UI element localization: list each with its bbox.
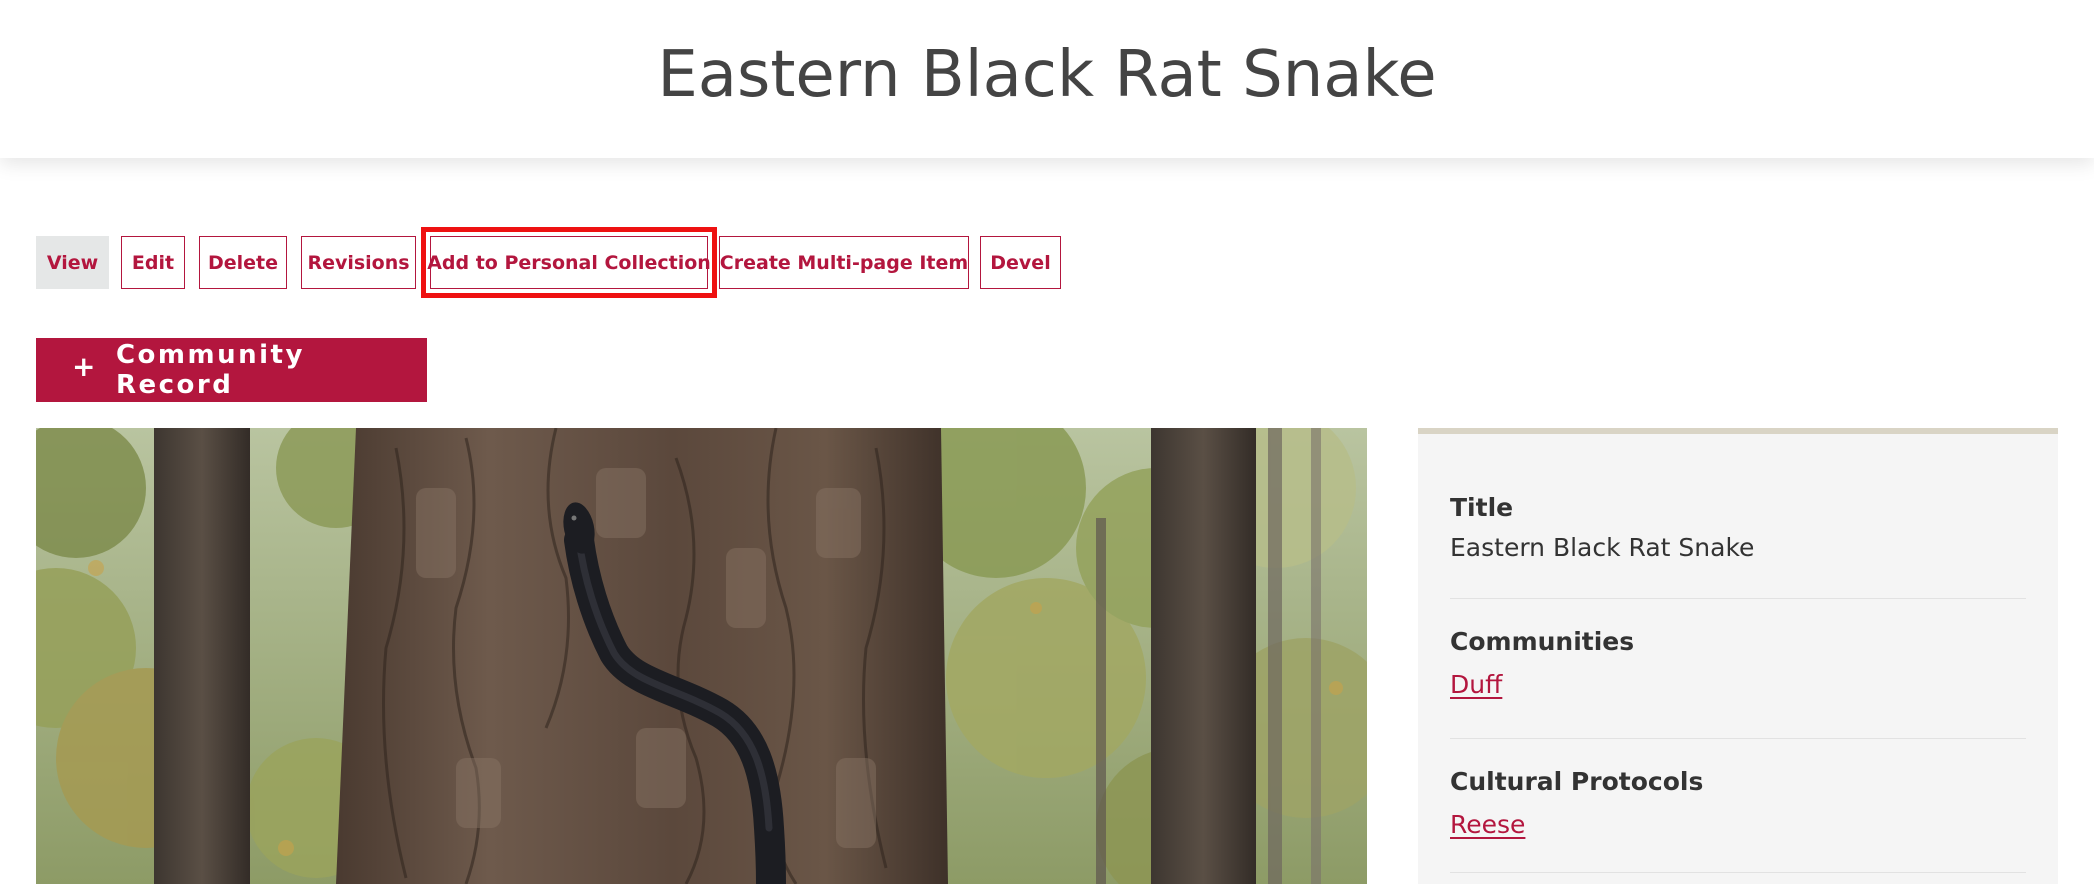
field-title: Title Eastern Black Rat Snake <box>1450 492 2026 565</box>
divider <box>1450 598 2026 599</box>
tab-edit[interactable]: Edit <box>121 236 185 289</box>
metadata-sidebar: Title Eastern Black Rat Snake Communitie… <box>1418 428 2058 884</box>
community-record-label: Community Record <box>115 340 305 400</box>
community-record-button[interactable]: + Community Record <box>36 338 427 402</box>
page-title: Eastern Black Rat Snake <box>657 38 1437 112</box>
media-image[interactable] <box>36 428 1367 884</box>
field-label-title: Title <box>1450 493 1514 522</box>
snake-photo <box>36 428 1367 884</box>
community-link-duff[interactable]: Duff <box>1450 668 1502 702</box>
protocol-link-reese[interactable]: Reese <box>1450 808 1525 842</box>
tab-devel[interactable]: Devel <box>980 236 1061 289</box>
tab-add-to-personal-collection[interactable]: Add to Personal Collection <box>421 227 717 298</box>
field-label-communities: Communities <box>1450 627 1635 656</box>
field-value-title: Eastern Black Rat Snake <box>1450 533 1755 562</box>
tab-create-multi-page-item[interactable]: Create Multi-page Item <box>719 236 969 289</box>
divider <box>1450 738 2026 739</box>
divider <box>1450 872 2026 873</box>
tab-delete[interactable]: Delete <box>199 236 287 289</box>
field-communities: Communities Duff <box>1450 626 2026 702</box>
field-cultural-protocols: Cultural Protocols Reese <box>1450 766 2026 842</box>
page-header: Eastern Black Rat Snake <box>0 0 2094 158</box>
field-label-cultural-protocols: Cultural Protocols <box>1450 767 1704 796</box>
tab-revisions[interactable]: Revisions <box>301 236 416 289</box>
tab-view[interactable]: View <box>36 236 109 289</box>
plus-icon: + <box>72 350 98 383</box>
